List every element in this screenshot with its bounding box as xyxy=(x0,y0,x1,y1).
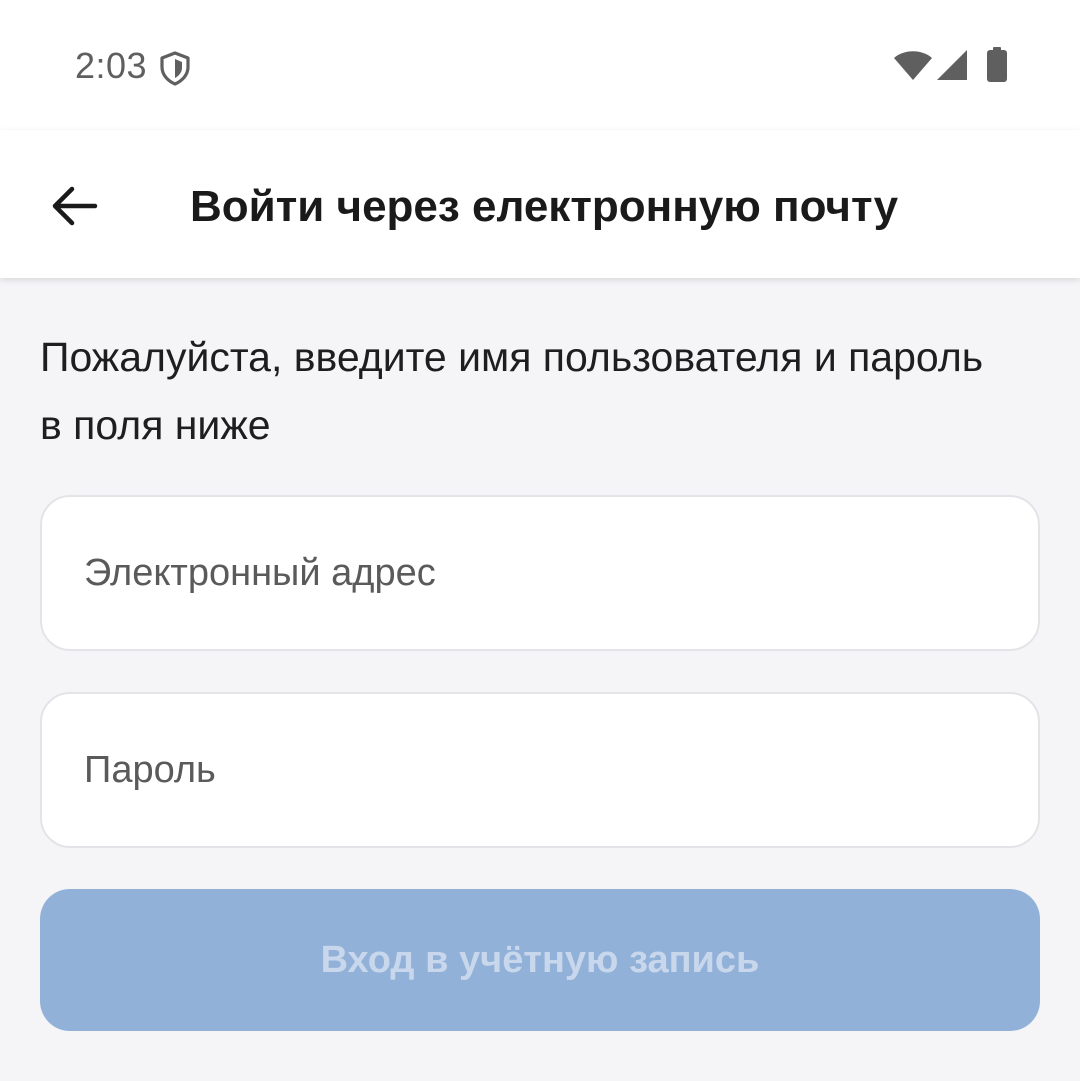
cellular-signal-icon xyxy=(936,49,968,86)
page-title: Войти через електронную почту xyxy=(190,182,899,231)
login-form: Пожалуйста, введите имя пользователя и п… xyxy=(40,280,1040,1031)
back-button[interactable] xyxy=(38,170,110,242)
shield-icon xyxy=(158,50,192,86)
password-field-container xyxy=(40,692,1040,848)
status-time: 2:03 xyxy=(75,45,148,86)
email-field-container xyxy=(40,495,1040,651)
app-bar: Войти через електронную почту xyxy=(0,130,1080,278)
instructions-text: Пожалуйста, введите имя пользователя и п… xyxy=(40,334,984,448)
email-field[interactable] xyxy=(42,497,1038,649)
password-field[interactable] xyxy=(42,694,1038,846)
login-button[interactable]: Вход в учётную запись xyxy=(40,889,1040,1031)
arrow-left-icon xyxy=(50,186,98,226)
battery-icon xyxy=(986,46,1008,88)
wifi-icon xyxy=(893,49,933,86)
status-bar: 2:03 xyxy=(0,0,1080,130)
status-icons xyxy=(893,46,1008,88)
